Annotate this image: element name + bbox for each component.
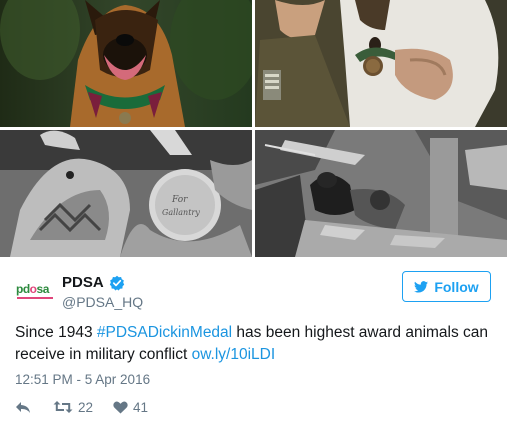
svg-text:For: For bbox=[171, 195, 188, 205]
retweet-icon bbox=[53, 401, 73, 413]
photo-dog-with-medal[interactable] bbox=[0, 0, 252, 127]
reply-arrow-icon bbox=[16, 401, 30, 413]
verified-check-icon bbox=[109, 275, 125, 291]
tweet-text-prefix: Since 1943 bbox=[15, 324, 97, 341]
tweet-timestamp[interactable]: 12:51 PM - 5 Apr 2016 bbox=[15, 372, 150, 387]
retweet-count: 22 bbox=[78, 399, 94, 415]
photo-soldier-with-dog[interactable] bbox=[255, 0, 507, 127]
hashtag-link[interactable]: #PDSADickinMedal bbox=[97, 324, 232, 341]
author-handle[interactable]: @PDSA_HQ bbox=[62, 294, 143, 310]
like-button[interactable]: 41 bbox=[113, 400, 173, 415]
tweet-actions: 22 41 bbox=[15, 398, 173, 416]
media-grid: For Gallantry bbox=[0, 0, 507, 257]
author-name-row[interactable]: PDSA bbox=[62, 274, 125, 291]
follow-label: Follow bbox=[434, 278, 479, 295]
twitter-bird-icon bbox=[414, 280, 429, 293]
tweet-text: Since 1943 #PDSADickinMedal has been hig… bbox=[15, 322, 493, 366]
photo-pigeon-with-medal[interactable]: For Gallantry bbox=[0, 130, 252, 257]
like-count: 41 bbox=[133, 399, 149, 415]
svg-text:Gallantry: Gallantry bbox=[162, 208, 200, 217]
follow-button[interactable]: Follow bbox=[402, 271, 491, 302]
tweet-header: pdosa PDSA @PDSA_HQ Follow bbox=[0, 268, 507, 316]
url-link[interactable]: ow.ly/10iLDI bbox=[192, 346, 276, 363]
logo-wordmark: pdosa bbox=[16, 282, 49, 296]
photo-rescue-dog-rubble[interactable] bbox=[255, 130, 507, 257]
retweet-button[interactable]: 22 bbox=[53, 400, 113, 415]
heart-icon bbox=[113, 401, 128, 413]
pdsa-logo-avatar[interactable]: pdosa bbox=[16, 276, 56, 306]
reply-button[interactable] bbox=[15, 401, 53, 414]
logo-underline bbox=[17, 297, 53, 299]
author-display-name[interactable]: PDSA bbox=[62, 274, 104, 291]
